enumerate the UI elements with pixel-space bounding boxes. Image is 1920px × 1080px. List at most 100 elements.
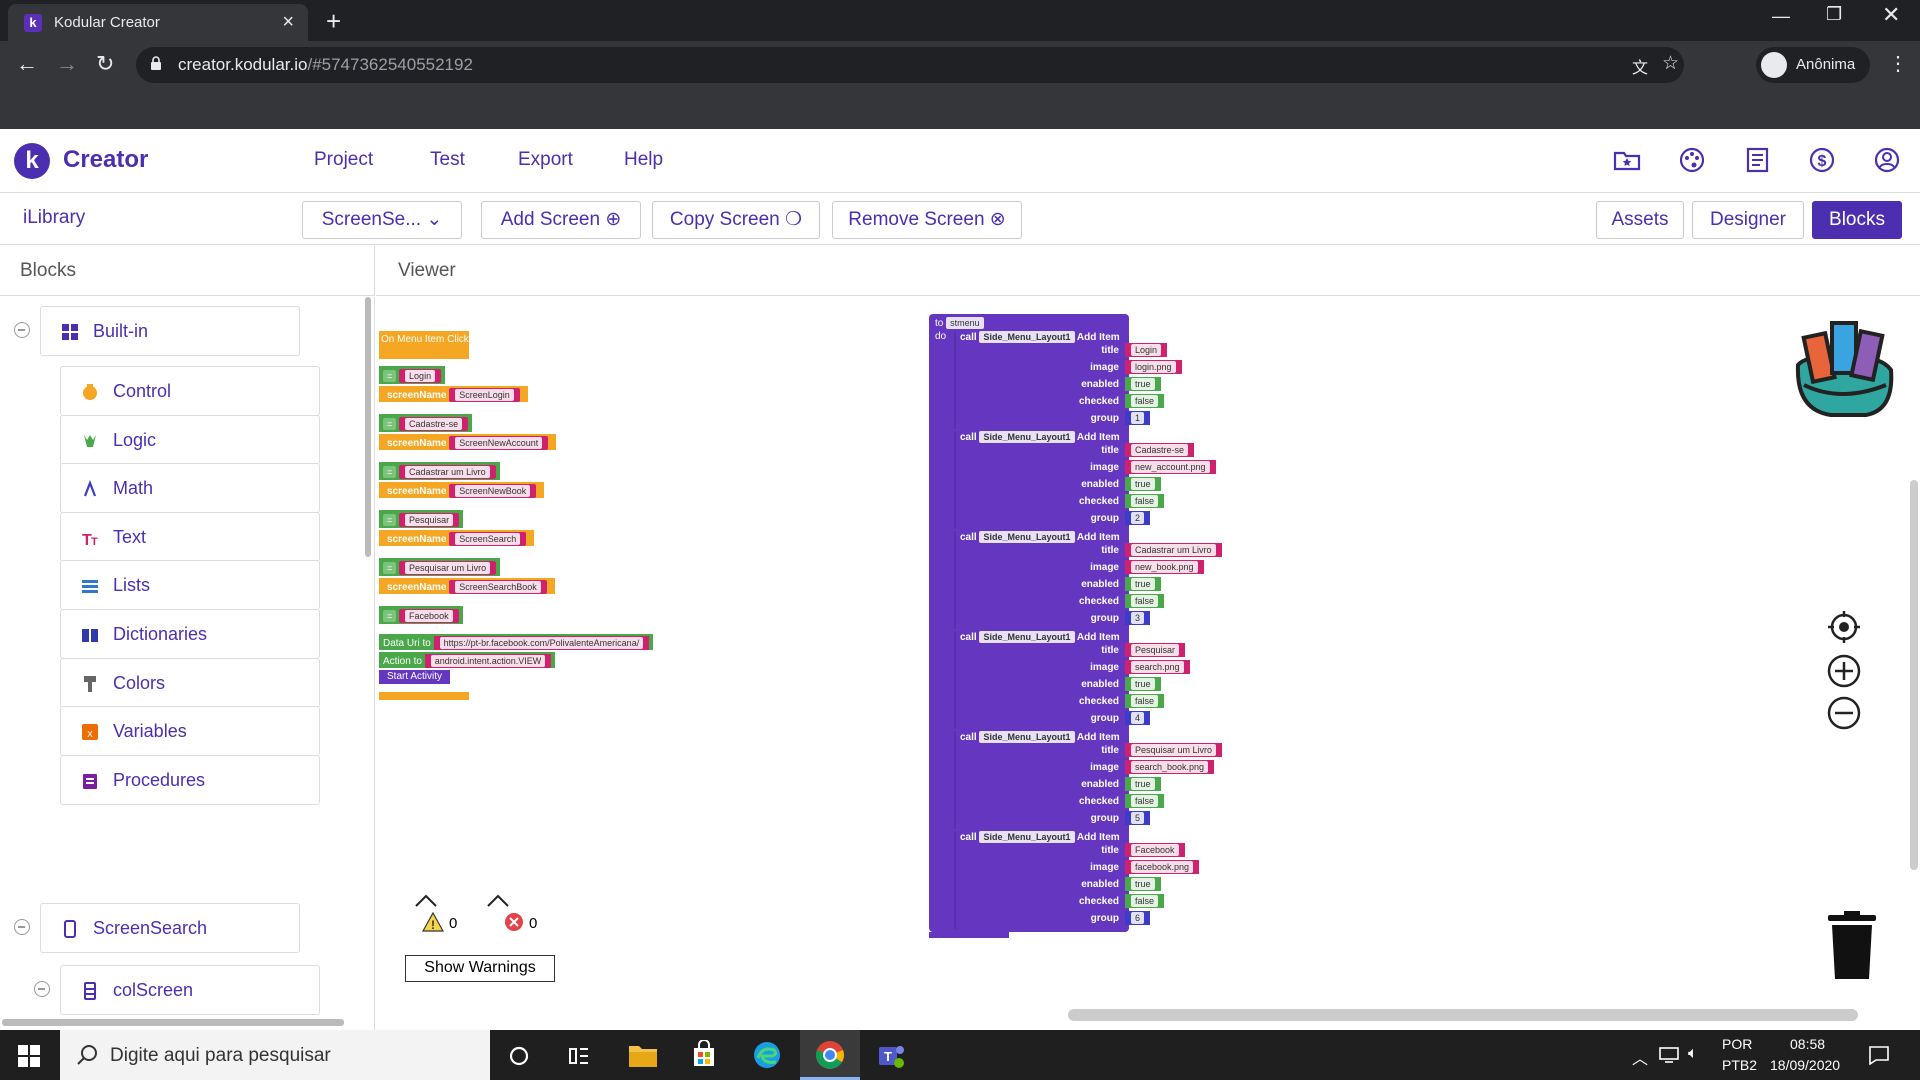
dollar-icon[interactable]: $ <box>1807 145 1837 175</box>
clock-date[interactable]: 18/09/2020 <box>1770 1057 1840 1073</box>
collapse-builtin-icon[interactable] <box>14 322 30 338</box>
back-icon[interactable]: ← <box>16 51 38 77</box>
profile-button[interactable]: Anônima <box>1756 47 1870 83</box>
field-value-title[interactable]: Cadastre-se <box>1125 443 1195 457</box>
screen-name-block[interactable]: ScreenSearch <box>449 532 527 546</box>
menu-test[interactable]: Test <box>430 149 465 171</box>
field-value-enabled[interactable]: true <box>1125 377 1161 391</box>
event-header[interactable]: On Menu Item Click <box>379 331 469 359</box>
collapse-component-icon[interactable] <box>34 981 50 997</box>
screen-name-block[interactable]: ScreenLogin <box>449 388 520 402</box>
field-value-group[interactable]: 3 <box>1125 611 1151 625</box>
close-tab-icon[interactable]: × <box>282 11 294 34</box>
remove-screen-button[interactable]: Remove Screen ⊗ <box>832 201 1022 239</box>
field-value-image[interactable]: facebook.png <box>1125 860 1200 874</box>
volume-icon[interactable]: 🔈︎ <box>1688 1045 1698 1063</box>
clock-time[interactable]: 08:58 <box>1790 1036 1825 1052</box>
action-row[interactable]: Action to android.intent.action.VIEW <box>379 652 556 668</box>
keyboard-layout[interactable]: PTB2 <box>1722 1057 1757 1073</box>
news-icon[interactable] <box>1742 145 1772 175</box>
start-activity-block[interactable]: Start Activity <box>379 670 451 684</box>
screen-name-row[interactable]: screenName ScreenLogin <box>379 386 528 402</box>
windows-start-icon[interactable] <box>18 1045 40 1067</box>
cortana-icon[interactable] <box>508 1045 530 1067</box>
field-value-checked[interactable]: false <box>1125 594 1165 608</box>
menu-help[interactable]: Help <box>624 149 663 171</box>
collapse-screen-icon[interactable] <box>14 919 30 935</box>
field-value-group[interactable]: 6 <box>1125 911 1151 925</box>
workspace-vertical-scrollbar[interactable] <box>1910 480 1918 870</box>
field-value-checked[interactable]: false <box>1125 694 1165 708</box>
tree-item-logic[interactable]: Logic <box>60 414 320 465</box>
text-literal-block[interactable]: Cadastre-se <box>399 417 469 431</box>
account-icon[interactable] <box>1872 145 1902 175</box>
show-warnings-button[interactable]: Show Warnings <box>405 955 555 982</box>
compare-block[interactable]: = Facebook <box>379 606 463 624</box>
taskbar-search-box[interactable]: Digite aqui para pesquisar <box>60 1030 490 1080</box>
tree-component[interactable]: colScreen <box>60 965 320 1015</box>
add-screen-button[interactable]: Add Screen ⊕ <box>481 201 641 239</box>
reload-icon[interactable]: ↻ <box>96 51 114 77</box>
browser-tab[interactable]: k Kodular Creator × <box>8 4 308 41</box>
compare-block[interactable]: = Pesquisar <box>379 510 464 528</box>
field-value-checked[interactable]: false <box>1125 394 1165 408</box>
field-value-enabled[interactable]: true <box>1125 677 1161 691</box>
screen-name-block[interactable]: ScreenNewBook <box>449 484 537 498</box>
field-value-checked[interactable]: false <box>1125 894 1165 908</box>
warning-triangle-icon[interactable]: ! <box>422 912 444 932</box>
data-uri-row[interactable]: Data Uri to https://pt-br.facebook.com/P… <box>379 634 654 650</box>
text-literal-block[interactable]: Pesquisar <box>399 513 460 527</box>
blocks-workspace[interactable]: On Menu Item Click = Login screenName Scre… <box>376 297 1920 1030</box>
brand-title[interactable]: Creator <box>63 146 148 174</box>
close-window-icon[interactable]: ✕ <box>1882 2 1900 28</box>
tree-item-variables[interactable]: x Variables <box>60 706 320 757</box>
blocks-horizontal-scrollbar[interactable] <box>2 1019 344 1026</box>
zoom-in-icon[interactable] <box>1826 653 1862 689</box>
network-icon[interactable] <box>1658 1046 1680 1064</box>
field-value-title[interactable]: Cadastrar um Livro <box>1125 543 1222 557</box>
text-literal-block[interactable]: Pesquisar um Livro <box>399 561 497 575</box>
translate-icon[interactable]: 文 <box>1632 54 1648 78</box>
field-value-title[interactable]: Login <box>1125 343 1168 357</box>
restore-icon[interactable]: ❐ <box>1826 4 1842 25</box>
tree-item-lists[interactable]: Lists <box>60 560 320 611</box>
language-code[interactable]: POR <box>1722 1036 1752 1052</box>
recenter-icon[interactable] <box>1826 609 1862 645</box>
field-value-title[interactable]: Pesquisar <box>1125 643 1186 657</box>
chrome-taskbar-button[interactable] <box>800 1030 860 1080</box>
text-literal-block[interactable]: Facebook <box>399 609 459 623</box>
screen-name-row[interactable]: screenName ScreenSearch <box>379 530 535 546</box>
compare-block[interactable]: = Pesquisar um Livro <box>379 558 501 576</box>
field-value-enabled[interactable]: true <box>1125 877 1161 891</box>
backpack-icon[interactable] <box>1786 315 1901 425</box>
task-view-icon[interactable] <box>568 1045 590 1067</box>
tree-item-text[interactable]: TT Text <box>60 511 320 562</box>
designer-button[interactable]: Designer <box>1692 201 1804 239</box>
field-value-enabled[interactable]: true <box>1125 777 1161 791</box>
field-value-title[interactable]: Facebook <box>1125 843 1185 857</box>
compare-block[interactable]: = Cadastre-se <box>379 414 473 432</box>
file-explorer-icon[interactable] <box>628 1042 658 1068</box>
field-value-group[interactable]: 5 <box>1125 811 1151 825</box>
menu-project[interactable]: Project <box>314 149 373 171</box>
screen-name-block[interactable]: ScreenNewAccount <box>449 436 549 450</box>
store-icon[interactable] <box>690 1040 718 1068</box>
folder-star-icon[interactable] <box>1612 145 1642 175</box>
tree-item-math[interactable]: Math <box>60 463 320 514</box>
tree-item-dictionaries[interactable]: Dictionaries <box>60 609 320 659</box>
compare-block[interactable]: = Login <box>379 366 446 384</box>
tree-item-procedures[interactable]: Procedures <box>60 754 320 805</box>
field-value-enabled[interactable]: true <box>1125 477 1161 491</box>
field-value-enabled[interactable]: true <box>1125 577 1161 591</box>
forward-icon[interactable]: → <box>56 51 78 77</box>
field-value-title[interactable]: Pesquisar um Livro <box>1125 743 1223 757</box>
field-value-image[interactable]: new_account.png <box>1125 460 1216 474</box>
minimize-icon[interactable]: — <box>1772 6 1790 27</box>
field-value-group[interactable]: 2 <box>1125 511 1151 525</box>
tree-builtin[interactable]: Built-in <box>40 306 300 356</box>
notifications-icon[interactable] <box>1868 1045 1890 1065</box>
tree-item-control[interactable]: Control <box>60 366 320 416</box>
copy-screen-button[interactable]: Copy Screen ❍ <box>652 201 820 239</box>
menu-export[interactable]: Export <box>518 149 573 171</box>
field-value-group[interactable]: 4 <box>1125 711 1151 725</box>
